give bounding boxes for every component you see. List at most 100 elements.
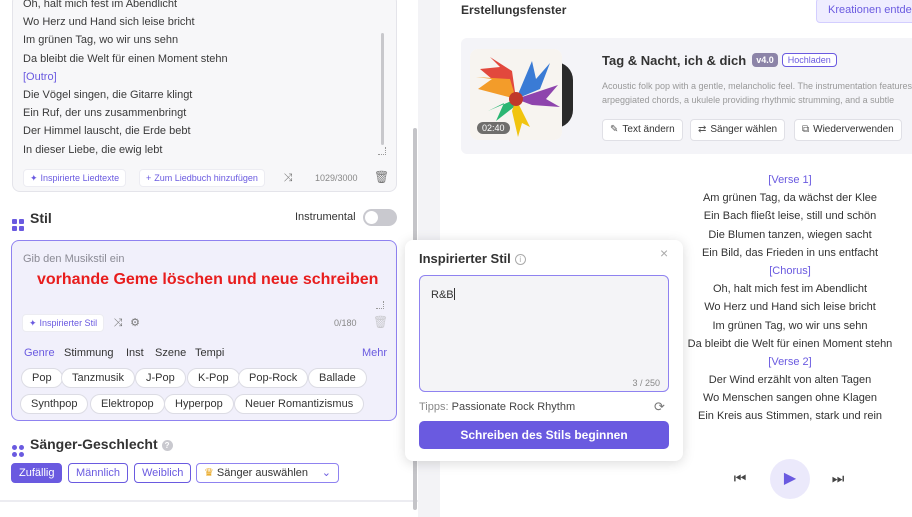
copy-icon: ⧉ [802,124,810,135]
tab-mood[interactable]: Stimmung [64,347,114,359]
tab-scene[interactable]: Szene [155,347,186,359]
inspired-style-button[interactable]: ✦ Inspirierter Stil [22,314,105,332]
inspired-style-popup: Inspirierter Stil i × R&B 3 / 250 Tipps: … [405,240,683,461]
lyrics-line: Oh, halt mich fest im Abendlicht [23,0,178,10]
style-prompt-textarea[interactable]: R&B 3 / 250 [419,275,669,392]
help-icon[interactable]: ? [161,440,173,451]
tab-genre[interactable]: Genre [24,347,55,359]
tab-tempo[interactable]: Tempi [195,347,224,359]
style-counter: 0/180 [334,318,357,328]
genre-pill[interactable]: Pop [21,368,63,388]
version-badge: v4.0 [752,53,778,67]
song-duration: 02:40 [477,122,510,134]
trash-icon[interactable]: 🗑 [373,316,388,329]
more-link[interactable]: Mehr [362,347,387,359]
lyrics-line: Oh, halt mich fest im Abendlicht [712,283,868,296]
start-writing-style-button[interactable]: Schreiben des Stils beginnen [419,421,669,449]
inspired-lyrics-button[interactable]: ✦ Inspirierte Liedtexte [23,169,127,187]
tips-text: Tipps: Passionate Rock Rhythm [419,401,576,413]
lyrics-line: In dieser Liebe, die ewig lebt [23,143,163,156]
lyrics-text[interactable]: Oh, halt mich fest im Abendlicht Wo Herz … [23,0,373,159]
song-description: Acoustic folk pop with a gentle, melanch… [602,81,912,105]
play-button[interactable]: ▶ [770,459,810,499]
lyrics-resize-handle[interactable] [378,147,386,155]
lyrics-line: Da bleibt die Welt für einen Moment steh… [687,337,893,350]
genre-pill[interactable]: Neuer Romantizismus [234,394,365,414]
lyrics-line: Ein Bild, das Frieden in uns entfacht [701,246,879,259]
lyrics-section-tag: [Outro] [23,70,57,83]
generated-lyrics: [Verse 1] Am grünen Tag, da wächst der Kl… [675,171,905,426]
close-icon[interactable]: × [660,246,672,260]
genre-pill[interactable]: Hyperpop [164,394,234,414]
lyrics-line: Ein Bach fließt leise, still und schön [703,210,877,223]
genre-pill[interactable]: Ballade [308,368,367,388]
left-panel: Oh, halt mich fest im Abendlicht Wo Herz … [0,0,418,517]
creation-window-title: Erstellungsfenster [461,3,567,17]
reuse-button[interactable]: ⧉ Wiederverwenden [794,119,902,141]
song-cover-image[interactable]: 02:40 [470,49,562,140]
instrumental-toggle[interactable] [363,209,397,226]
instrumental-label: Instrumental [295,211,356,223]
gender-male-button[interactable]: Männlich [68,463,129,483]
annotation-text: vorhande Geme löschen und neue schreiben [37,271,379,288]
upload-button[interactable]: Hochladen [781,53,837,67]
style-heading: Stil [12,210,52,231]
genre-pill[interactable]: K-Pop [187,368,240,388]
magic-icon[interactable]: ⚙ [129,317,141,330]
edit-icon: ✎ [610,124,619,135]
sparkle-icon: ✦ [29,318,37,328]
lyrics-toolbar: ✦ Inspirierte Liedtexte + Zum Liedbuch hin… [23,169,389,187]
add-to-songbook-button[interactable]: + Zum Liedbuch hinzufügen [139,169,265,187]
lyrics-line: Der Wind erzählt von alten Tagen [708,374,872,387]
style-category-tabs: Genre Stimmung Inst Szene Tempi Mehr [24,347,389,361]
gender-heading: Sänger-Geschlecht? [12,436,173,457]
discover-creations-button[interactable]: Kreationen entdecken [816,0,912,23]
grid-icon [12,219,24,231]
style-input-box[interactable]: Gib den Musikstil ein vorhande Geme lösc… [11,240,397,421]
lyrics-section-tag: [Chorus] [769,264,811,277]
lyrics-line: Ein Ruf, der uns zusammenbringt [23,107,187,120]
lyrics-line: Wo Herz und Hand sich leise bricht [23,16,195,29]
plus-icon: + [146,173,152,183]
lyrics-line: Der Himmel lauscht, die Erde bebt [23,125,191,138]
lyrics-counter: 1029/3000 [315,173,358,183]
info-icon[interactable]: i [514,254,526,265]
choose-singer-button[interactable]: ⇄ Sänger wählen [690,119,786,141]
previous-icon[interactable]: ⏮ [730,468,750,488]
genre-pill[interactable]: Tanzmusik [61,368,135,388]
gender-female-button[interactable]: Weiblich [134,463,192,483]
genre-pill[interactable]: Elektropop [90,394,165,414]
lyrics-line: Wo Herz und Hand sich leise bricht [704,301,876,314]
shuffle-icon[interactable]: ⤨ [282,172,294,185]
lyrics-section-tag: [Verse 2] [768,355,812,368]
lyrics-line: Im grünen Tag, wo wir uns sehn [712,319,868,332]
style-toolbar: ✦ Inspirierter Stil ⤨ ⚙ 0/180 🗑 [22,314,388,332]
genre-pill[interactable]: Pop-Rock [238,368,309,388]
lyrics-line: Die Vögel singen, die Gitarre klingt [23,88,193,101]
refresh-icon[interactable]: ⟳ [654,400,668,414]
swap-icon: ⇄ [698,124,707,135]
trash-icon[interactable]: 🗑 [374,171,389,184]
shuffle-icon[interactable]: ⤨ [112,317,124,330]
singer-select[interactable]: ♛ Sänger auswählen ⌄ [196,463,339,483]
edit-text-button[interactable]: ✎ Text ändern [602,119,683,141]
tab-instrument[interactable]: Inst [126,347,144,359]
lyrics-editor[interactable]: Oh, halt mich fest im Abendlicht Wo Herz … [12,0,397,192]
text-caret [453,288,455,300]
genre-pill[interactable]: J-Pop [135,368,186,388]
next-icon[interactable]: ⏭ [828,468,848,488]
genre-pill[interactable]: Synthpop [20,394,89,414]
lyrics-section-tag: [Verse 1] [768,174,812,186]
lyrics-line: Da bleibt die Welt für einen Moment steh… [23,52,228,65]
chevron-down-icon: ⌄ [321,467,331,479]
lyrics-line: Am grünen Tag, da wächst der Klee [702,192,878,205]
crown-icon: ♛ [204,467,214,479]
style-prompt-counter: 3 / 250 [632,378,660,388]
player-controls: ⏮ ▶ ⏭ [726,458,866,500]
lyrics-scrollbar[interactable] [381,33,384,145]
style-resize-handle[interactable] [376,301,384,309]
lyrics-line: Die Blumen tanzen, wiegen sacht [708,228,872,241]
song-title: Tag & Nacht, ich & dich v4.0 Hochladen [602,53,837,68]
gender-random-button[interactable]: Zufällig [11,463,63,483]
song-card: 02:40 Tag & Nacht, ich & dich v4.0 Hochlad… [461,38,912,154]
